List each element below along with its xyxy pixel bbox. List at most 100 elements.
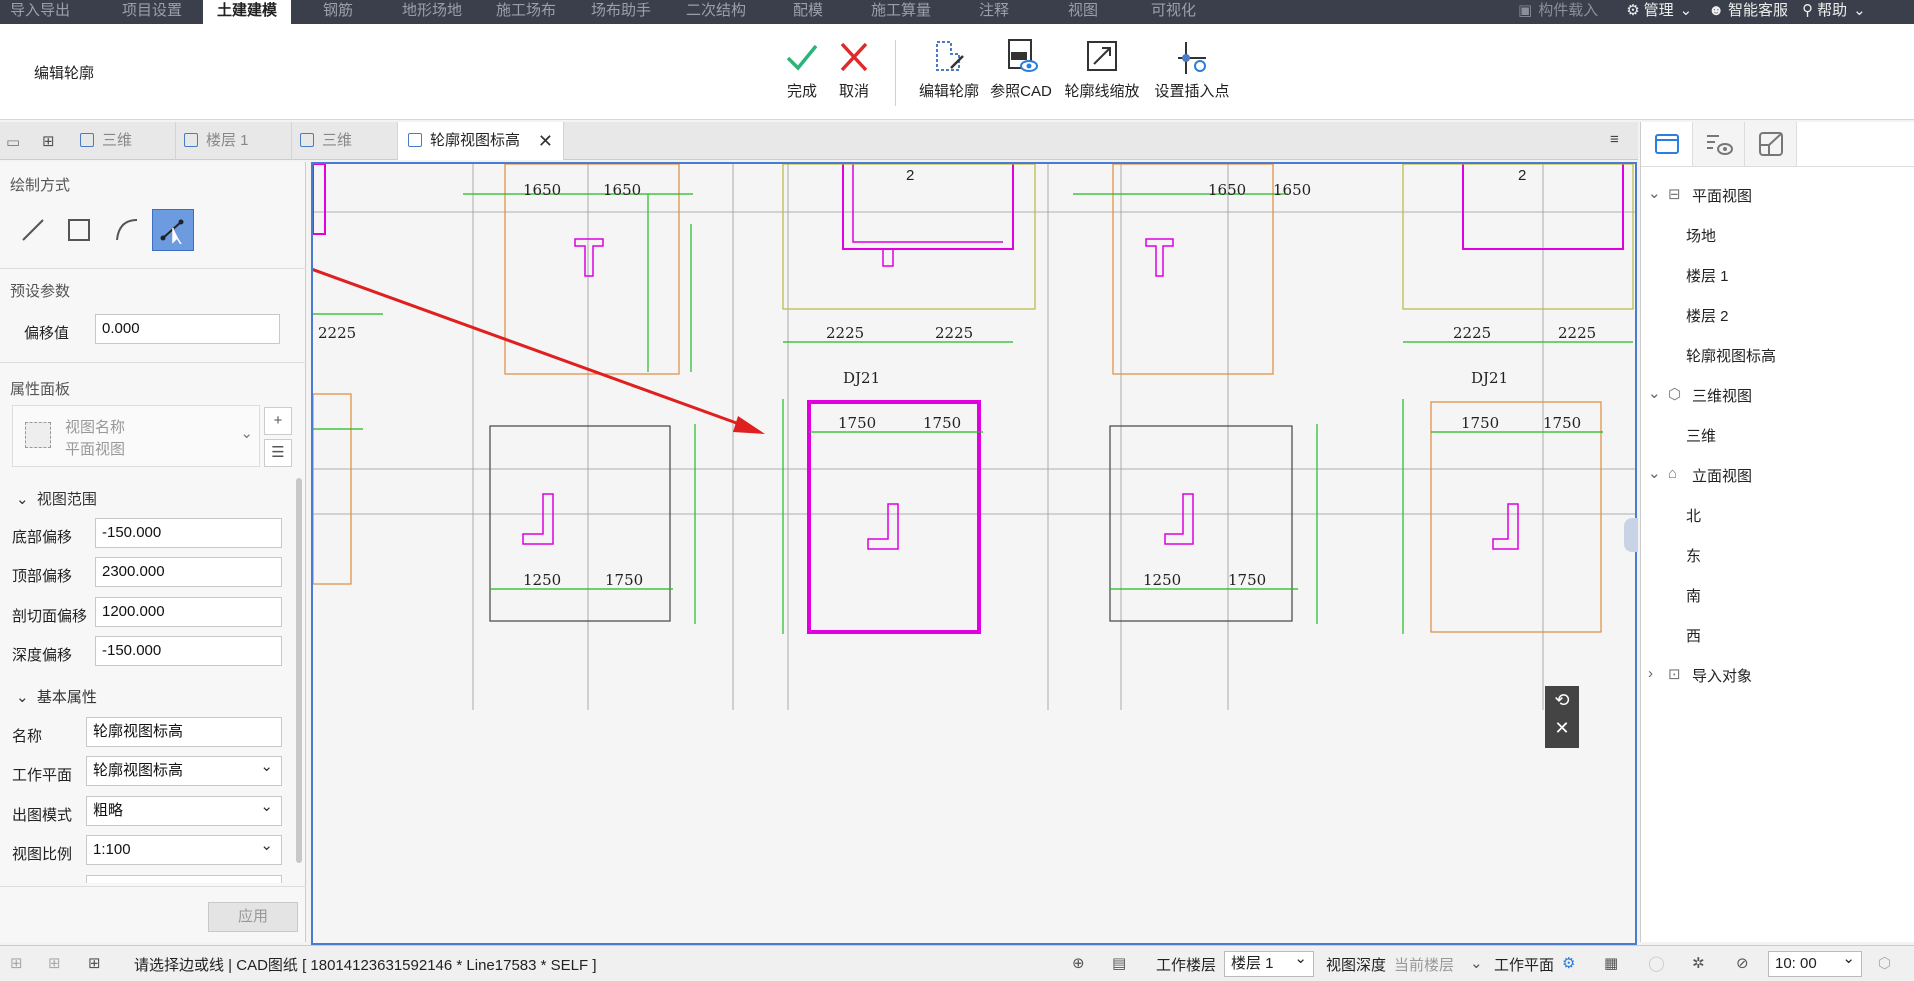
filter-icon[interactable]: ☰ (264, 439, 292, 467)
tab-contour-view[interactable]: 轮廓视图标高 ✕ (398, 122, 564, 160)
tab-3d-1[interactable]: 三维 (72, 122, 176, 160)
time-select[interactable]: 10: 00 (1768, 947, 1862, 977)
collapse-handle[interactable] (1624, 518, 1638, 552)
view-type-selector[interactable]: 视图名称 平面视图 ⌄ (12, 405, 260, 467)
manage-menu[interactable]: 管理 (1644, 0, 1674, 24)
bottom-offset-label: 底部偏移 (12, 529, 73, 546)
edit-contour-button[interactable]: 编辑轮廓 (918, 38, 980, 101)
expand-chevron-icon[interactable]: ⌄ (1648, 184, 1661, 202)
tree-east[interactable]: 东 (1686, 545, 1701, 566)
workplane-select[interactable]: 轮廓视图标高 (86, 753, 282, 786)
offset-input[interactable]: 0.000 (95, 314, 280, 344)
output-mode-select[interactable]: 粗略 (86, 793, 282, 826)
basic-props-toggle[interactable]: ⌄ 基本属性 (16, 686, 97, 707)
apply-button[interactable]: 应用 (208, 902, 298, 932)
dimension-label: 1250 (523, 571, 562, 589)
tab-project-settings[interactable]: 项目设置 (122, 0, 182, 24)
bottom-offset-input[interactable]: -150.000 (95, 518, 282, 548)
visibility-tab[interactable] (1693, 122, 1745, 166)
tab-3d-2[interactable]: 三维 (292, 122, 398, 160)
tab-annotation[interactable]: 注释 (979, 0, 1009, 24)
layout-icon[interactable]: ⊞ (10, 954, 23, 972)
tab-terrain[interactable]: 地形场地 (402, 0, 462, 24)
left-scrollbar[interactable] (296, 478, 302, 863)
expand-chevron-icon[interactable]: › (1648, 665, 1653, 682)
tab-floor-1[interactable]: 楼层 1 (176, 122, 292, 160)
work-floor-select[interactable]: 楼层 1 (1224, 947, 1314, 977)
depth-offset-input[interactable]: -150.000 (95, 636, 282, 666)
view-controls[interactable]: ⟲ ✕ (1545, 686, 1579, 748)
reference-cad-button[interactable]: 参照CAD (990, 38, 1052, 101)
scale-select[interactable]: 1:100 (86, 832, 282, 865)
set-insert-point-button[interactable]: 设置插入点 (1152, 38, 1232, 101)
settings-icon[interactable]: ✲ (1692, 954, 1705, 972)
expand-chevron-icon[interactable]: ⌄ (1648, 464, 1661, 482)
grid-icon[interactable]: ⊞ (42, 132, 55, 150)
cad-drawing[interactable] (313, 164, 1637, 945)
expand-chevron-icon[interactable]: ⌄ (1648, 384, 1661, 402)
top-offset-input[interactable]: 2300.000 (95, 557, 282, 587)
tree-north[interactable]: 北 (1686, 505, 1701, 526)
tree-imported-objects[interactable]: 导入对象 (1692, 665, 1752, 686)
workplane-icon[interactable]: ⚙ (1562, 954, 1575, 972)
tree-3d-views[interactable]: 三维视图 (1692, 385, 1752, 406)
dimension-label: 2225 (826, 324, 865, 342)
tree-floor-1[interactable]: 楼层 1 (1686, 265, 1729, 286)
smart-service-link[interactable]: 智能客服 (1728, 0, 1788, 24)
zoom-fit-icon[interactable]: ⊕ (1072, 954, 1085, 972)
cut-offset-input[interactable]: 1200.000 (95, 597, 282, 627)
tree-3d[interactable]: 三维 (1686, 425, 1716, 446)
view-depth-value[interactable]: 当前楼层 (1394, 954, 1454, 975)
plan-view-icon: ⊟ (1668, 186, 1681, 203)
tree-plan-views[interactable]: 平面视图 (1692, 185, 1752, 206)
close-icon[interactable]: ✕ (538, 122, 553, 160)
light-icon[interactable]: ◯ (1648, 954, 1665, 972)
save-view-icon[interactable]: ▤ (1112, 954, 1126, 972)
layout-icon[interactable]: ⊞ (88, 954, 101, 972)
tab-layout-assistant[interactable]: 场布助手 (591, 0, 651, 24)
line-tool[interactable] (12, 209, 54, 251)
add-icon[interactable]: + (264, 407, 292, 435)
foundation-id: DJ21 (1471, 369, 1509, 387)
tab-quantity[interactable]: 施工算量 (871, 0, 931, 24)
tree-south[interactable]: 南 (1686, 585, 1701, 606)
tab-site-layout[interactable]: 施工场布 (496, 0, 556, 24)
name-input[interactable]: 轮廓视图标高 (86, 717, 282, 747)
tree-floor-2[interactable]: 楼层 2 (1686, 305, 1729, 326)
view-range-toggle[interactable]: ⌄ 视图范围 (16, 488, 97, 509)
no-icon[interactable]: ⊘ (1736, 954, 1749, 972)
window-icon[interactable]: ▭ (6, 133, 20, 151)
tab-secondary-structure[interactable]: 二次结构 (686, 0, 746, 24)
views-tab[interactable] (1641, 122, 1693, 166)
tab-visualize[interactable]: 可视化 (1151, 0, 1196, 24)
layout-icon[interactable]: ⊞ (48, 954, 61, 972)
tree-site[interactable]: 场地 (1686, 225, 1716, 246)
props-panel-title: 属性面板 (10, 381, 71, 398)
tab-civil-modeling[interactable]: 土建建模 (203, 0, 292, 26)
help-menu[interactable]: 帮助 (1817, 0, 1847, 24)
drawing-canvas[interactable]: 1650 1650 1650 1650 2 2 2225 2225 2225 2… (311, 162, 1637, 945)
pick-line-tool[interactable] (152, 209, 194, 251)
component-import-link[interactable]: 构件载入 (1538, 0, 1598, 24)
grid-toggle-icon[interactable]: ▦ (1604, 954, 1618, 972)
layout-tab[interactable] (1745, 122, 1797, 166)
grid-number: 2 (906, 167, 915, 184)
reference-cad-label: 参照CAD (990, 83, 1052, 100)
tab-formwork[interactable]: 配模 (793, 0, 823, 24)
tree-contour-view[interactable]: 轮廓视图标高 (1686, 345, 1776, 366)
cancel-button[interactable]: 取消 (836, 38, 872, 101)
tab-import-export[interactable]: 导入导出 (10, 0, 70, 24)
tree-elevation-views[interactable]: 立面视图 (1692, 465, 1752, 486)
arc-tool[interactable] (106, 209, 148, 251)
tab-view[interactable]: 视图 (1068, 0, 1098, 24)
tree-west[interactable]: 西 (1686, 625, 1701, 646)
finish-button[interactable]: 完成 (784, 38, 820, 101)
contour-scale-button[interactable]: 轮廓线缩放 (1062, 38, 1142, 101)
chevron-down-icon: ⌄ (240, 425, 253, 442)
menu-icon[interactable]: ≡ (1610, 131, 1619, 148)
dimension-label: 1250 (1143, 571, 1182, 589)
cube-icon[interactable]: ⬡ (1878, 954, 1891, 972)
rect-tool[interactable] (58, 209, 100, 251)
tab-rebar[interactable]: 钢筋 (323, 0, 353, 24)
tab-contour-label: 轮廓视图标高 (430, 132, 521, 149)
